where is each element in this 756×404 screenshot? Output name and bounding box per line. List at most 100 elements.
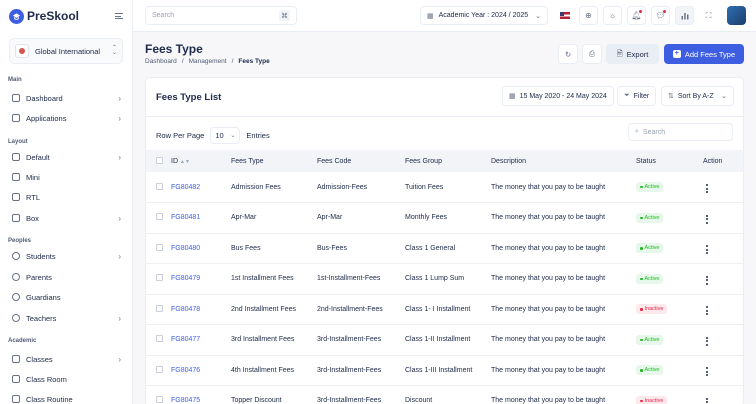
header-fees-code[interactable]: Fees Code xyxy=(317,150,405,172)
header-fees-group[interactable]: Fees Group xyxy=(405,150,491,172)
sidebar-item-applications[interactable]: Applications › xyxy=(8,110,125,126)
sidebar-item-dashboard[interactable]: Dashboard › xyxy=(8,90,125,106)
users-icon xyxy=(12,314,20,322)
entries-label: Entries xyxy=(246,131,270,140)
sidebar-item-students[interactable]: Students › xyxy=(8,248,125,264)
sidebar-item-default[interactable]: Default › xyxy=(8,149,125,165)
status-badge: Active xyxy=(636,182,664,192)
header-id[interactable]: ID ▲▼ xyxy=(171,150,231,172)
fees-id-link[interactable]: FG80479 xyxy=(171,275,200,282)
fees-group-cell: Class 1-III Installment xyxy=(405,366,473,374)
sidebar-item-guardians[interactable]: Guardians xyxy=(8,289,125,305)
avatar[interactable] xyxy=(727,6,746,25)
flag-icon[interactable] xyxy=(555,6,574,25)
row-checkbox[interactable] xyxy=(156,182,163,190)
chat-icon[interactable]: 💬︎ xyxy=(651,6,670,25)
chevron-right-icon: › xyxy=(118,213,121,223)
filter-button[interactable]: ⏷ Filter xyxy=(617,86,657,106)
fees-code-cell: 3rd-Installment-Fees xyxy=(317,336,382,344)
date-range-picker[interactable]: ▦ 15 May 2020 - 24 May 2024 xyxy=(502,86,614,106)
logo-icon[interactable] xyxy=(9,8,24,24)
top-search-input[interactable]: Search ⌘ xyxy=(145,6,297,25)
sidebar-item-rtl[interactable]: RTL xyxy=(8,189,125,205)
refresh-button[interactable]: ↻ xyxy=(558,44,578,64)
header-fees-type[interactable]: Fees Type xyxy=(231,150,317,172)
sidebar-item-label: Classes xyxy=(26,354,53,364)
section-peoples: Peoples xyxy=(8,238,32,244)
description-cell: The money that you pay to be taught xyxy=(491,336,606,344)
more-actions-icon[interactable] xyxy=(706,367,708,377)
sidebar-item-box[interactable]: Box › xyxy=(8,210,125,226)
row-checkbox[interactable] xyxy=(156,396,163,404)
breadcrumb-management[interactable]: Management xyxy=(189,58,227,65)
sidebar-item-mini[interactable]: Mini xyxy=(8,169,125,185)
fees-id-link[interactable]: FG80480 xyxy=(171,245,200,252)
apps-icon xyxy=(12,114,20,122)
academic-year-select[interactable]: ▦ Academic Year : 2024 / 2025 ⌄ xyxy=(420,6,548,25)
more-actions-icon[interactable] xyxy=(706,245,708,255)
row-checkbox[interactable] xyxy=(156,304,163,312)
more-actions-icon[interactable] xyxy=(706,306,708,316)
sidebar-item-teachers[interactable]: Teachers › xyxy=(8,310,125,326)
table-search-input[interactable]: ⌕ Search xyxy=(628,123,733,141)
fees-id-link[interactable]: FG80478 xyxy=(171,306,200,313)
row-checkbox[interactable] xyxy=(156,274,163,282)
school-logo-icon xyxy=(15,44,29,58)
sidebar-item-class-routine[interactable]: Class Routine xyxy=(8,391,125,404)
row-checkbox[interactable] xyxy=(156,365,163,373)
bell-icon[interactable]: 🔔︎ xyxy=(627,6,646,25)
rows-per-page-select[interactable]: 10 ⌄ xyxy=(210,127,241,144)
more-actions-icon[interactable] xyxy=(706,275,708,285)
card-title: Fees Type List xyxy=(156,92,222,103)
add-circle-icon[interactable]: ⊕ xyxy=(579,6,598,25)
fees-id-link[interactable]: FG80481 xyxy=(171,214,200,221)
more-actions-icon[interactable] xyxy=(706,336,708,346)
sidebar-item-label: Default xyxy=(26,152,50,162)
fees-type-table: ID ▲▼ Fees Type Fees Code Fees Group Desc… xyxy=(146,150,743,404)
fees-id-link[interactable]: FG80475 xyxy=(171,397,200,404)
sidebar-item-class-room[interactable]: Class Room xyxy=(8,371,125,387)
row-checkbox[interactable] xyxy=(156,213,163,221)
menu-toggle-icon[interactable] xyxy=(115,13,123,19)
export-button[interactable]: 🗎︎ Export xyxy=(606,44,659,64)
row-checkbox[interactable] xyxy=(156,243,163,251)
sidebar-item-label: Mini xyxy=(26,172,40,182)
row-checkbox[interactable] xyxy=(156,335,163,343)
select-all-checkbox[interactable] xyxy=(156,156,163,164)
sidebar-item-classes[interactable]: Classes › xyxy=(8,351,125,367)
fees-group-cell: Class 1- I Installment xyxy=(405,305,471,313)
table-header-row: ID ▲▼ Fees Type Fees Code Fees Group Desc… xyxy=(146,150,743,172)
chevron-down-icon: ⌄ xyxy=(230,133,236,139)
fees-id-link[interactable]: FG80476 xyxy=(171,367,200,374)
sidebar-item-parents[interactable]: Parents xyxy=(8,269,125,285)
fees-group-cell: Tuition Fees xyxy=(405,183,444,191)
calendar-icon xyxy=(12,395,20,403)
fees-id-link[interactable]: FG80482 xyxy=(171,184,200,191)
fees-type-cell: Apr-Mar xyxy=(231,214,257,222)
theme-toggle-icon[interactable]: ☼ xyxy=(603,6,622,25)
filter-icon: ⏷ xyxy=(624,92,630,99)
rows-per-page-value: 10 xyxy=(215,131,224,140)
fees-code-cell: Apr-Mar xyxy=(317,214,343,222)
table-row: FG80480 Bus Fees Bus-Fees Class 1 General Th… xyxy=(146,233,743,264)
header-status[interactable]: Status xyxy=(636,150,703,172)
fullscreen-icon[interactable]: ⛶ xyxy=(699,6,718,25)
sort-dropdown[interactable]: ⇅ Sort By A-Z ⌄ xyxy=(661,86,734,106)
add-fees-type-button[interactable]: + Add Fees Type xyxy=(664,44,744,64)
more-actions-icon[interactable] xyxy=(706,214,708,224)
fees-code-cell: 3rd-Installment-Fees xyxy=(317,366,382,374)
school-selector[interactable]: Global International ⌃ ⌄ xyxy=(9,38,123,64)
search-icon: ⌕ xyxy=(635,128,639,135)
breadcrumb-dashboard[interactable]: Dashboard xyxy=(145,58,177,65)
fees-type-cell: Topper Discount xyxy=(231,397,282,404)
refresh-icon: ↻ xyxy=(564,49,572,59)
chart-icon[interactable] xyxy=(675,6,694,25)
more-actions-icon[interactable] xyxy=(706,184,708,193)
header-description[interactable]: Description xyxy=(491,150,636,172)
fees-type-cell: Bus Fees xyxy=(231,244,261,252)
more-actions-icon[interactable] xyxy=(706,397,708,404)
sort-label: Sort By A-Z xyxy=(677,92,714,100)
print-button[interactable]: ⎙ xyxy=(582,44,602,64)
sidebar: PreSkool Global International ⌃ ⌄ Main Da… xyxy=(0,0,133,404)
fees-id-link[interactable]: FG80477 xyxy=(171,336,200,343)
